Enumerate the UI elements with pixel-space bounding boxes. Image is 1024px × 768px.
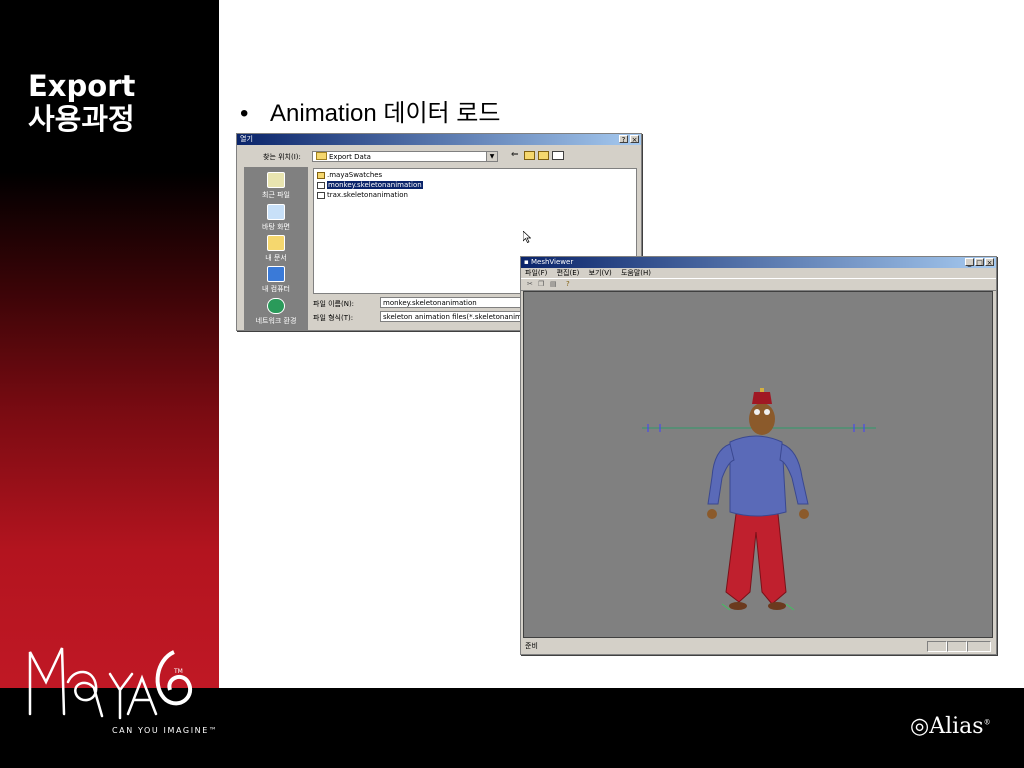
place-desktop[interactable]: 바탕 화면 xyxy=(244,204,308,232)
view-menu-icon[interactable] xyxy=(552,151,564,160)
my-documents-icon xyxy=(267,235,285,251)
slide-title-line1: Export xyxy=(28,69,136,103)
help-icon[interactable]: ? xyxy=(566,280,570,288)
look-in-value: Export Data xyxy=(329,153,371,161)
place-label: 네트워크 환경 xyxy=(255,317,297,325)
status-text: 준비 xyxy=(525,642,538,650)
place-my-documents[interactable]: 내 문서 xyxy=(244,235,308,263)
filename-input[interactable]: monkey.skeletonanimation xyxy=(380,297,530,308)
filetype-dropdown[interactable]: skeleton animation files(*.skeletonanima… xyxy=(380,311,530,322)
list-item[interactable]: monkey.skeletonanimation xyxy=(316,181,423,190)
file-icon xyxy=(317,192,325,199)
close-button[interactable]: × xyxy=(985,258,994,267)
close-button[interactable]: × xyxy=(630,135,639,144)
maya-tagline: CAN YOU IMAGINE™ xyxy=(112,726,219,735)
slide-title: Export 사용과정 xyxy=(28,70,135,136)
file-name: trax.skeletonanimation xyxy=(327,191,408,199)
chevron-down-icon[interactable]: ▼ xyxy=(486,152,497,161)
desktop-icon xyxy=(267,204,285,220)
file-name: .mayaSwatches xyxy=(327,171,383,179)
bullet-symbol: • xyxy=(240,100,249,127)
look-in-dropdown[interactable]: Export Data ▼ xyxy=(312,151,498,162)
menu-bar: 파일(F) 편집(E) 보기(V) 도움말(H) xyxy=(521,268,996,278)
folder-icon xyxy=(316,152,327,160)
folder-icon xyxy=(317,172,325,179)
place-label: 내 문서 xyxy=(265,254,287,262)
up-folder-icon[interactable] xyxy=(524,151,535,160)
menu-edit[interactable]: 편집(E) xyxy=(557,269,580,277)
maximize-button[interactable]: □ xyxy=(975,258,984,267)
maya-logo: TM xyxy=(28,647,192,720)
help-button[interactable]: ? xyxy=(619,135,628,144)
svg-text:TM: TM xyxy=(173,668,183,675)
list-item[interactable]: trax.skeletonanimation xyxy=(316,191,408,200)
bullet-item: • Animation 데이터 로드 xyxy=(240,93,500,128)
open-dialog-titlebar[interactable]: 열기 ? × xyxy=(237,134,641,145)
place-label: 바탕 화면 xyxy=(262,223,290,231)
alias-swirl-icon: ◎ xyxy=(910,714,930,739)
slide-title-line2: 사용과정 xyxy=(28,102,135,136)
minimize-button[interactable]: _ xyxy=(965,258,974,267)
recent-files-icon xyxy=(267,172,285,188)
cut-icon[interactable]: ✂ xyxy=(527,280,533,288)
toolbar: ✂ ❐ ▤ ? xyxy=(521,278,996,291)
mesh-viewer-window: ▪ MeshViewer _ □ × 파일(F) 편집(E) 보기(V) 도움말… xyxy=(520,256,997,655)
copy-icon[interactable]: ❐ xyxy=(538,280,544,288)
new-folder-icon[interactable] xyxy=(538,151,549,160)
back-arrow-icon[interactable]: ⇐ xyxy=(511,150,519,160)
place-label: 최근 파일 xyxy=(262,191,290,199)
place-label: 내 컴퓨터 xyxy=(262,285,290,293)
open-dialog-title: 열기 xyxy=(240,135,253,143)
status-pane xyxy=(967,641,991,652)
3d-viewport[interactable] xyxy=(523,291,993,638)
network-icon xyxy=(267,298,285,314)
filename-label: 파일 이름(N): xyxy=(313,300,355,308)
menu-help[interactable]: 도움말(H) xyxy=(621,269,651,277)
place-network[interactable]: 네트워크 환경 xyxy=(244,298,308,326)
character-model xyxy=(642,388,876,611)
menu-view[interactable]: 보기(V) xyxy=(589,269,612,277)
menu-file[interactable]: 파일(F) xyxy=(525,269,547,277)
status-pane xyxy=(927,641,947,652)
list-item[interactable]: .mayaSwatches xyxy=(316,171,382,180)
look-in-label: 찾는 위치(I): xyxy=(263,153,301,161)
status-pane xyxy=(947,641,967,652)
mesh-viewer-titlebar[interactable]: ▪ MeshViewer _ □ × xyxy=(521,257,996,268)
alias-logo: ◎Alias® xyxy=(910,714,991,739)
mouse-cursor-icon xyxy=(523,231,531,243)
filetype-label: 파일 형식(T): xyxy=(313,314,354,322)
status-bar: 준비 xyxy=(523,640,995,652)
my-computer-icon xyxy=(267,266,285,282)
places-bar: 최근 파일 바탕 화면 내 문서 내 컴퓨터 네트워크 환경 xyxy=(244,167,308,330)
mesh-viewer-title: MeshViewer xyxy=(530,258,574,266)
place-recent-files[interactable]: 최근 파일 xyxy=(244,172,308,200)
alias-wordmark: Alias xyxy=(929,714,984,739)
paste-icon[interactable]: ▤ xyxy=(550,280,557,288)
file-icon xyxy=(317,182,325,189)
file-name: monkey.skeletonanimation xyxy=(327,181,423,189)
place-my-computer[interactable]: 내 컴퓨터 xyxy=(244,266,308,294)
bullet-text: Animation 데이터 로드 xyxy=(270,100,501,127)
app-icon: ▪ xyxy=(524,258,531,266)
